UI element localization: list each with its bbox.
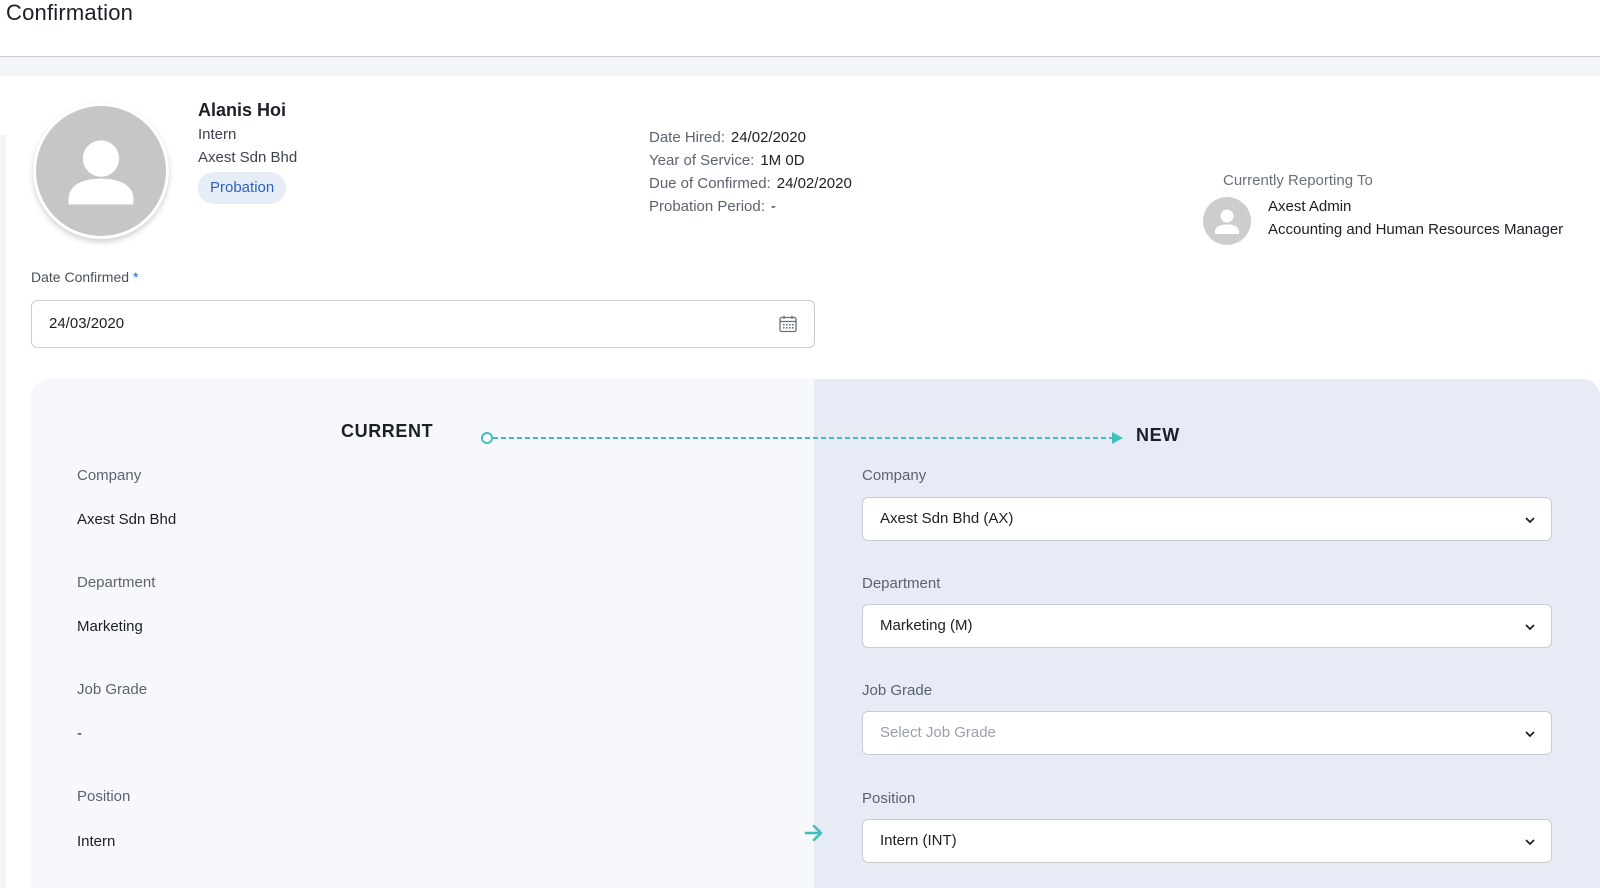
company-select-value: Axest Sdn Bhd (AX) [880, 510, 1014, 527]
year-of-service-value: 1M 0D [760, 152, 805, 169]
current-job-grade-value: - [77, 725, 82, 742]
date-confirmed-value: 24/03/2020 [49, 315, 125, 332]
date-confirmed-label-text: Date Confirmed [31, 269, 130, 285]
current-department-label: Department [77, 574, 156, 591]
employee-company: Axest Sdn Bhd [198, 149, 298, 166]
header-divider-band [0, 58, 1600, 76]
due-confirmed-label: Due of Confirmed: [649, 175, 771, 192]
job-grade-select[interactable]: Select Job Grade [862, 711, 1552, 755]
new-company-label: Company [862, 467, 927, 484]
chevron-down-icon [1525, 517, 1535, 524]
current-position-label: Position [77, 788, 131, 805]
due-confirmed-value: 24/02/2020 [776, 175, 852, 192]
year-of-service-row: Year of Service: 1M 0D [649, 152, 805, 169]
date-hired-row: Date Hired: 24/02/2020 [649, 129, 806, 146]
new-position-label: Position [862, 790, 916, 807]
reporting-to-label: Currently Reporting To [1223, 172, 1373, 189]
employee-position: Intern [198, 126, 237, 143]
current-position-value: Intern [77, 833, 116, 850]
company-select[interactable]: Axest Sdn Bhd (AX) [862, 497, 1552, 541]
probation-period-label: Probation Period: [649, 198, 765, 215]
due-confirmed-row: Due of Confirmed: 24/02/2020 [649, 175, 852, 192]
new-job-grade-label: Job Grade [862, 682, 933, 699]
manager-avatar [1203, 197, 1251, 245]
flow-arrow-icon [481, 432, 1123, 444]
top-bar: Confirmation [0, 0, 1600, 57]
employee-name: Alanis Hoi [198, 100, 287, 120]
user-silhouette-icon [68, 140, 134, 205]
required-mark: * [132, 269, 139, 285]
current-company-label: Company [77, 467, 142, 484]
chevron-down-icon [1525, 624, 1535, 631]
chevron-down-icon [1525, 839, 1535, 846]
position-select[interactable]: Intern (INT) [862, 819, 1552, 863]
current-department-value: Marketing [77, 618, 143, 635]
manager-title: Accounting and Human Resources Manager [1268, 221, 1564, 238]
left-edge-strip [0, 135, 6, 888]
current-heading: CURRENT [341, 421, 434, 441]
status-badge: Probation [198, 172, 287, 204]
department-select[interactable]: Marketing (M) [862, 604, 1552, 648]
position-select-value: Intern (INT) [880, 832, 957, 849]
manager-name: Axest Admin [1268, 198, 1352, 215]
user-silhouette-icon [1215, 209, 1239, 234]
current-company-value: Axest Sdn Bhd [77, 511, 177, 528]
employee-avatar [33, 103, 169, 239]
current-job-grade-label: Job Grade [77, 681, 148, 698]
date-confirmed-label: Date Confirmed * [31, 269, 138, 285]
job-grade-placeholder: Select Job Grade [880, 724, 996, 741]
new-heading: NEW [1136, 425, 1180, 445]
department-select-value: Marketing (M) [880, 617, 973, 634]
arrow-right-icon[interactable] [802, 821, 826, 845]
new-department-label: Department [862, 575, 941, 592]
calendar-icon[interactable] [778, 314, 798, 334]
probation-period-row: Probation Period: - [649, 198, 776, 215]
chevron-down-icon [1525, 731, 1535, 738]
date-hired-label: Date Hired: [649, 129, 725, 146]
date-confirmed-input[interactable]: 24/03/2020 [31, 300, 815, 348]
page-title: Confirmation [6, 0, 134, 25]
date-hired-value: 24/02/2020 [730, 129, 806, 146]
year-of-service-label: Year of Service: [649, 152, 755, 169]
probation-period-value: - [770, 198, 776, 215]
